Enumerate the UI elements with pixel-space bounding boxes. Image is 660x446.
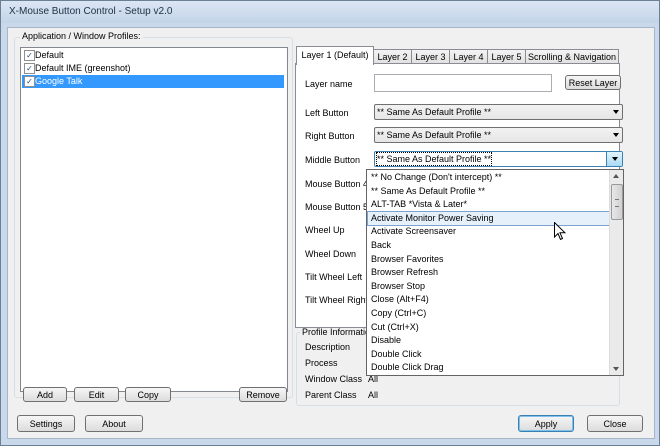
middle-button-select[interactable]: ** Same As Default Profile **	[374, 151, 623, 167]
tab-layer-5[interactable]: Layer 5	[487, 49, 526, 64]
left-button-value: ** Same As Default Profile **	[377, 107, 492, 117]
dropdown-option[interactable]: ALT-TAB *Vista & Later*	[368, 198, 611, 211]
profile-item-google-talk[interactable]: ✓ Google Talk	[22, 75, 284, 88]
mouse-button-4-label: Mouse Button 4	[305, 179, 369, 189]
dropdown-option[interactable]: Back	[368, 239, 611, 252]
right-button-value: ** Same As Default Profile **	[377, 130, 492, 140]
left-button-label: Left Button	[305, 108, 349, 118]
profiles-list[interactable]: ✓ Default ✓ Default IME (greenshot) ✓ Go…	[20, 47, 288, 392]
profile-item-default[interactable]: ✓ Default	[22, 49, 284, 62]
arrow-cursor-icon	[554, 222, 566, 241]
scroll-thumb[interactable]	[611, 184, 623, 220]
close-button[interactable]: Close	[587, 415, 643, 432]
title-bar[interactable]: X-Mouse Button Control - Setup v2.0	[1, 1, 659, 23]
chevron-down-icon	[612, 157, 618, 161]
tilt-wheel-right-label: Tilt Wheel Right	[305, 295, 369, 305]
tab-layer-2[interactable]: Layer 2	[373, 49, 412, 64]
dropdown-option[interactable]: Activate Monitor Power Saving	[367, 210, 612, 226]
dropdown-option[interactable]: Copy (Ctrl+C)	[368, 307, 611, 320]
dropdown-option[interactable]: Disable	[368, 334, 611, 347]
wheel-down-label: Wheel Down	[305, 249, 357, 259]
dropdown-option[interactable]: Browser Refresh	[368, 266, 611, 279]
parent-class-label: Parent Class	[305, 390, 357, 400]
mouse-button-5-label: Mouse Button 5	[305, 202, 369, 212]
scroll-down-icon[interactable]	[613, 367, 619, 371]
wheel-up-label: Wheel Up	[305, 225, 345, 235]
tilt-wheel-left-label: Tilt Wheel Left	[305, 272, 363, 282]
parent-class-value: All	[368, 390, 379, 400]
remove-profile-button[interactable]: Remove	[239, 387, 287, 402]
middle-button-value: ** Same As Default Profile **	[375, 152, 493, 166]
checkmark-icon[interactable]: ✓	[24, 63, 35, 74]
tab-scrolling-navigation[interactable]: Scrolling & Navigation	[525, 49, 619, 64]
description-label: Description	[305, 342, 351, 352]
chevron-down-icon	[613, 133, 619, 137]
reset-layer-button[interactable]: Reset Layer	[565, 75, 621, 90]
layer-name-label: Layer name	[305, 79, 353, 89]
profile-item-label: Google Talk	[35, 76, 83, 86]
grip-icon	[615, 199, 619, 207]
dropdown-option[interactable]: Cut (Ctrl+X)	[368, 321, 611, 334]
dropdown-option[interactable]: Double Click	[368, 348, 611, 361]
dropdown-option[interactable]: Close (Alt+F4)	[368, 293, 611, 306]
layer-name-input[interactable]	[374, 74, 552, 92]
right-button-label: Right Button	[305, 131, 355, 141]
tab-layer-3[interactable]: Layer 3	[411, 49, 450, 64]
right-button-select[interactable]: ** Same As Default Profile **	[374, 127, 623, 143]
dropdown-option[interactable]: Browser Favorites	[368, 253, 611, 266]
settings-button[interactable]: Settings	[17, 415, 75, 432]
window-class-label: Window Class	[305, 374, 363, 384]
left-button-select[interactable]: ** Same As Default Profile **	[374, 104, 623, 120]
dropdown-option[interactable]: Activate Screensaver	[368, 225, 611, 238]
scroll-up-icon[interactable]	[613, 174, 619, 178]
dropdown-option[interactable]: Browser Stop	[368, 280, 611, 293]
dropdown-button[interactable]	[606, 152, 622, 166]
profile-item-label: Default IME (greenshot)	[35, 63, 131, 73]
tab-layer-4[interactable]: Layer 4	[449, 49, 488, 64]
middle-button-dropdown-list[interactable]: ** No Change (Don't intercept) ** ** Same…	[366, 169, 624, 376]
profile-item-label: Default	[35, 50, 64, 60]
checkmark-icon[interactable]: ✓	[24, 76, 35, 87]
profile-item-default-ime[interactable]: ✓ Default IME (greenshot)	[22, 62, 284, 75]
middle-button-label: Middle Button	[305, 155, 361, 165]
dropdown-scrollbar[interactable]	[609, 170, 623, 375]
copy-profile-button[interactable]: Copy	[125, 387, 171, 402]
add-profile-button[interactable]: Add	[23, 387, 67, 402]
checkmark-icon[interactable]: ✓	[24, 50, 35, 61]
process-label: Process	[305, 358, 338, 368]
profiles-group-label: Application / Window Profiles:	[20, 31, 143, 41]
apply-button[interactable]: Apply	[518, 415, 574, 432]
dropdown-option[interactable]: ** No Change (Don't intercept) **	[368, 171, 611, 184]
dropdown-option[interactable]: ** Same As Default Profile **	[368, 185, 611, 198]
window-title: X-Mouse Button Control - Setup v2.0	[9, 6, 173, 17]
tab-layer-1[interactable]: Layer 1 (Default)	[296, 46, 374, 65]
dropdown-option[interactable]: Double Click Drag	[368, 361, 611, 374]
main-window: X-Mouse Button Control - Setup v2.0 Appl…	[0, 0, 660, 446]
about-button[interactable]: About	[85, 415, 143, 432]
chevron-down-icon	[613, 110, 619, 114]
edit-profile-button[interactable]: Edit	[74, 387, 119, 402]
